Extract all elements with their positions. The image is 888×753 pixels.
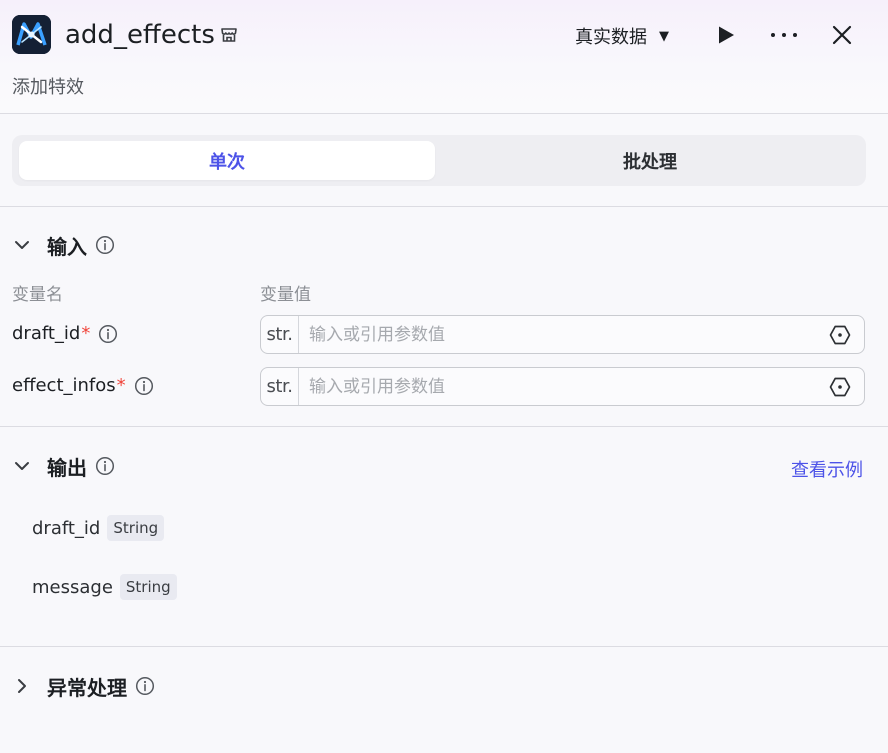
column-header-value: 变量值 [260,285,311,305]
plugin-logo-icon [12,15,51,54]
more-options-icon[interactable] [768,24,800,46]
output-item: draft_id String [32,515,165,541]
param-input-draft-id: str. [260,315,865,354]
variable-reference-icon[interactable] [828,375,852,399]
store-icon[interactable] [219,25,239,45]
run-play-icon[interactable] [715,24,737,46]
data-mode-label: 真实数据 [575,27,647,48]
param-input-effect-infos: str. [260,367,865,406]
output-name: draft_id [32,517,101,539]
exception-section-header: 异常处理 [12,673,155,700]
info-icon[interactable] [135,676,155,696]
node-header: add_effects 真实数据 ▼ 添加特效 [0,0,888,114]
data-mode-select[interactable]: 真实数据 ▼ [575,23,669,49]
divider [0,206,888,207]
output-item: message String [32,574,177,600]
effect-infos-input[interactable] [299,368,828,405]
node-description: 添加特效 [12,77,84,98]
exception-section-title: 异常处理 [47,675,127,700]
info-icon[interactable] [95,235,115,255]
input-section-header: 输入 [12,232,115,259]
input-section-title: 输入 [47,234,87,259]
close-icon[interactable] [830,23,854,47]
required-mark: * [81,323,91,344]
caret-down-icon: ▼ [659,28,669,44]
output-section-header: 输出 [12,453,115,480]
param-name: draft_id [12,323,81,344]
info-icon[interactable] [134,376,154,396]
divider [0,426,888,427]
output-name: message [32,576,113,598]
chevron-right-icon[interactable] [12,676,32,696]
param-name: effect_infos [12,375,116,396]
output-section-title: 输出 [47,455,87,480]
param-label-effect-infos: effect_infos * [12,375,154,396]
chevron-down-icon[interactable] [12,235,32,255]
info-icon[interactable] [98,324,118,344]
required-mark: * [116,375,126,396]
type-tag: str. [261,368,299,405]
column-header-name: 变量名 [12,285,63,305]
output-type-badge: String [119,574,177,600]
divider [0,646,888,647]
node-title: add_effects [65,20,215,50]
view-example-link[interactable]: 查看示例 [791,456,863,482]
tab-single[interactable]: 单次 [19,141,435,180]
chevron-down-icon[interactable] [12,456,32,476]
type-tag: str. [261,316,299,353]
output-type-badge: String [107,515,165,541]
param-label-draft-id: draft_id * [12,323,118,344]
run-mode-tabs: 单次 批处理 [12,135,866,186]
variable-reference-icon[interactable] [828,323,852,347]
tab-batch[interactable]: 批处理 [438,141,862,180]
info-icon[interactable] [95,456,115,476]
draft-id-input[interactable] [299,316,828,353]
